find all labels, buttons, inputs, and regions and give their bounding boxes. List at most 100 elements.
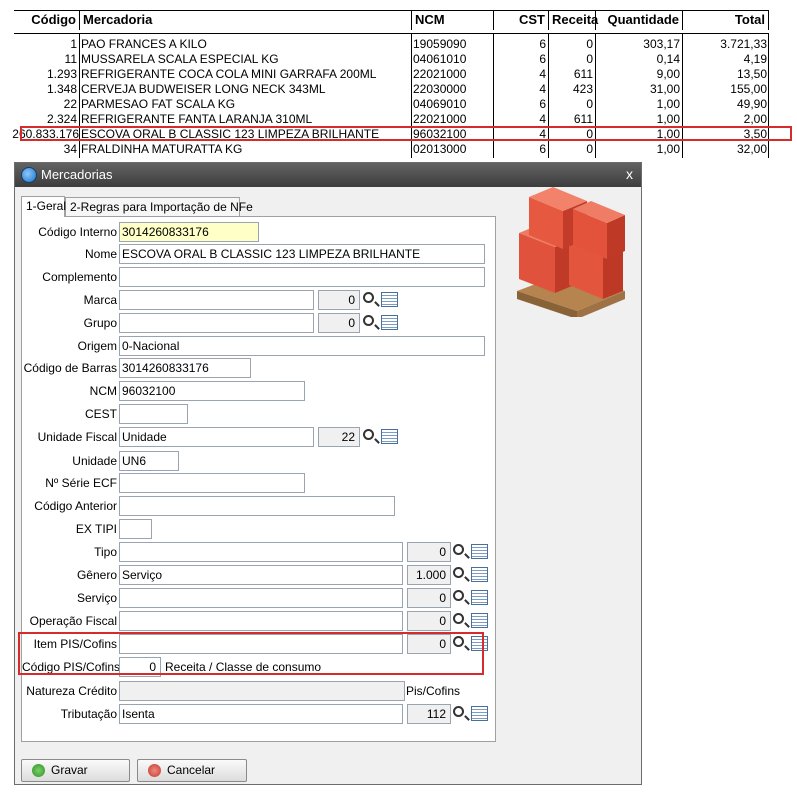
cell-mercadoria: PAO FRANCES A KILO	[81, 37, 207, 51]
unidade-fiscal-field[interactable]: Unidade	[119, 427, 314, 447]
tributacao-code-field[interactable]: 112	[407, 704, 451, 724]
tipo-field[interactable]	[119, 542, 403, 562]
grupo-field[interactable]	[119, 313, 314, 333]
operacao-fiscal-field[interactable]	[119, 611, 403, 631]
unidade-label: Unidade	[72, 454, 117, 468]
column-header-mercadoria[interactable]: Mercadoria	[79, 10, 411, 30]
table-row[interactable]: 34 FRALDINHA MATURATTA KG 02013000 6 0 1,00 32…	[0, 142, 797, 157]
cell-mercadoria: PARMESAO FAT SCALA KG	[81, 97, 236, 111]
table-row[interactable]: 1.348 CERVEJA BUDWEISER LONG NECK 343ML 22…	[0, 82, 797, 97]
grupo-label: Grupo	[83, 316, 117, 330]
genero-code-field[interactable]: 1.000	[407, 565, 451, 585]
tab-regras-importacao[interactable]: 2-Regras para Importação de NFe	[65, 197, 253, 216]
column-header-quantidade[interactable]: Quantidade	[595, 10, 682, 30]
servico-label: Serviço	[76, 591, 117, 605]
item-pis-cofins-code-field[interactable]: 0	[407, 634, 451, 654]
complemento-field[interactable]	[119, 267, 485, 287]
unidade-field[interactable]: UN6	[119, 451, 179, 471]
cell-quantidade: 1,00	[656, 97, 680, 111]
grupo-code-field[interactable]: 0	[318, 313, 360, 333]
servico-lookup-button[interactable]	[452, 588, 490, 608]
cell-ncm: 22021000	[413, 112, 467, 126]
codigo-barras-field[interactable]: 3014260833176	[119, 358, 251, 378]
cell-cst: 4	[539, 127, 546, 141]
grupo-lookup-button[interactable]	[362, 313, 400, 333]
magnifier-icon	[453, 636, 464, 647]
magnifier-icon	[363, 292, 374, 303]
servico-field[interactable]	[119, 588, 403, 608]
column-header-codigo[interactable]: Código	[14, 10, 79, 30]
tab-geral[interactable]: 1-Geral	[21, 196, 66, 217]
codigo-interno-field[interactable]: 3014260833176	[119, 222, 259, 242]
dialog-titlebar[interactable]: Mercadorias x	[15, 163, 641, 187]
genero-label: Gênero	[76, 568, 117, 582]
cell-ncm: 04061010	[413, 52, 467, 66]
marca-code-field[interactable]: 0	[318, 290, 360, 310]
codigo-pis-cofins-label: Código PIS/Cofins	[22, 660, 121, 674]
operacao-fiscal-code-field[interactable]: 0	[407, 611, 451, 631]
ncm-field[interactable]: 96032100	[119, 381, 305, 401]
magnifier-icon	[453, 613, 464, 624]
cell-ncm: 04069010	[413, 97, 467, 111]
complemento-label: Complemento	[42, 270, 117, 284]
cest-field[interactable]	[119, 404, 188, 424]
operacao-fiscal-lookup-button[interactable]	[452, 611, 490, 631]
column-header-ncm[interactable]: NCM	[411, 10, 493, 30]
list-icon	[381, 292, 398, 307]
cell-quantidade: 31,00	[649, 82, 680, 96]
unidade-fiscal-lookup-button[interactable]	[362, 427, 400, 447]
origem-select[interactable]: 0-Nacional	[119, 336, 485, 356]
ex-tipi-field[interactable]	[119, 519, 152, 539]
list-icon	[471, 706, 488, 721]
codigo-anterior-field[interactable]	[119, 496, 395, 516]
cell-codigo: 260.833.176	[12, 127, 79, 141]
cell-codigo: 2.324	[46, 112, 77, 126]
tipo-lookup-button[interactable]	[452, 542, 490, 562]
table-row[interactable]: 1.293 REFRIGERANTE COCA COLA MINI GARRAFA…	[0, 67, 797, 82]
table-row[interactable]: 11 MUSSARELA SCALA ESPECIAL KG 04061010 6 0 0…	[0, 52, 797, 67]
magnifier-icon	[363, 429, 374, 440]
cell-receita: 611	[573, 112, 593, 126]
list-icon	[471, 613, 488, 628]
column-header-cst[interactable]: CST	[493, 10, 548, 30]
cell-total: 13,50	[736, 67, 767, 81]
item-pis-cofins-field[interactable]	[119, 634, 403, 654]
cell-quantidade: 1,00	[656, 127, 680, 141]
tributacao-lookup-button[interactable]	[452, 704, 490, 724]
cancel-button[interactable]: Cancelar	[137, 759, 247, 782]
save-button[interactable]: Gravar	[21, 759, 130, 782]
column-header-total[interactable]: Total	[682, 10, 769, 30]
column-header-receita[interactable]: Receita	[548, 10, 598, 30]
nome-field[interactable]: ESCOVA ORAL B CLASSIC 123 LIMPEZA BRILHA…	[119, 244, 485, 264]
cell-receita: 0	[586, 97, 593, 111]
close-icon[interactable]: x	[626, 166, 633, 182]
genero-lookup-button[interactable]	[452, 565, 490, 585]
servico-code-field[interactable]: 0	[407, 588, 451, 608]
cell-cst: 6	[539, 52, 546, 66]
serie-ecf-field[interactable]	[119, 473, 305, 493]
magnifier-icon	[453, 590, 464, 601]
cancel-button-label: Cancelar	[167, 763, 216, 777]
list-icon	[381, 315, 398, 330]
cell-cst: 4	[539, 112, 546, 126]
nome-label: Nome	[84, 247, 117, 261]
marca-field[interactable]	[119, 290, 314, 310]
table-row[interactable]: 1 PAO FRANCES A KILO 19059090 6 0 303,17 3.721…	[0, 37, 797, 52]
tipo-code-field[interactable]: 0	[407, 542, 451, 562]
table-row[interactable]: 22 PARMESAO FAT SCALA KG 04069010 6 0 1,00 49,…	[0, 97, 797, 112]
unidade-fiscal-code-field[interactable]: 22	[318, 427, 360, 447]
item-pis-cofins-lookup-button[interactable]	[452, 634, 490, 654]
cell-total: 155,00	[730, 82, 767, 96]
tributacao-field[interactable]: Isenta	[119, 704, 403, 724]
cell-mercadoria: REFRIGERANTE FANTA LARANJA 310ML	[81, 112, 313, 126]
cell-quantidade: 1,00	[656, 112, 680, 126]
codigo-pis-cofins-field[interactable]: 0	[119, 657, 161, 677]
table-row[interactable]: 2.324 REFRIGERANTE FANTA LARANJA 310ML 220…	[0, 112, 797, 127]
genero-field[interactable]: Serviço	[119, 565, 403, 585]
cell-cst: 6	[539, 97, 546, 111]
natureza-credito-field[interactable]	[119, 681, 405, 701]
tab-panel-geral: Código Interno 3014260833176 Nome ESCOVA OR…	[21, 216, 496, 742]
table-row[interactable]: 260.833.176 ESCOVA ORAL B CLASSIC 123 LIM…	[0, 127, 797, 142]
cancel-icon	[148, 764, 161, 777]
marca-lookup-button[interactable]	[362, 290, 400, 310]
